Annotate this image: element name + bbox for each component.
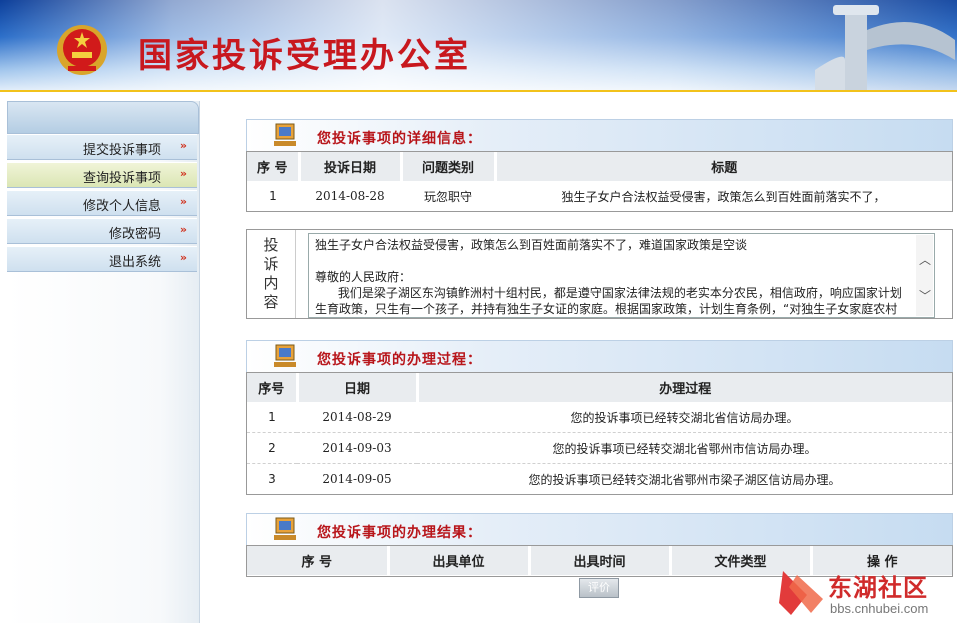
complaint-content-text: 独生子女户合法权益受侵害，政策怎么到百姓面前落实不了，难道国家政策是空谈 尊敬的…	[315, 238, 902, 316]
double-chevron-right-icon: »	[179, 251, 187, 264]
double-chevron-right-icon: »	[179, 139, 187, 152]
double-chevron-right-icon: »	[179, 167, 187, 180]
chevron-down-icon[interactable]: ﹀	[919, 287, 931, 304]
sidebar-item-edit-profile[interactable]: 修改个人信息 »	[7, 190, 197, 216]
sidebar: 提交投诉事项 » 查询投诉事项 » 修改个人信息 » 修改密码 » 退出系统 »	[7, 101, 200, 623]
process-date: 2014-09-05	[322, 472, 392, 486]
process-panel-header: 您投诉事项的办理过程：	[246, 340, 953, 372]
process-date: 2014-08-29	[297, 402, 417, 433]
computer-icon	[274, 344, 296, 367]
process-description: 您的投诉事项已经转交湖北省鄂州市梁子湖区信访局办理。	[528, 472, 841, 487]
column-header: 办理过程	[417, 373, 952, 402]
sidebar-header	[7, 101, 199, 134]
process-table: 序号 日期 办理过程 1 2014-08-29 您的投诉事项已经转交湖北省信访局…	[247, 373, 952, 494]
watermark-brand: 东湖社区	[828, 574, 928, 602]
evaluate-button[interactable]: 评价	[579, 578, 619, 598]
chevron-up-icon[interactable]: ︿	[919, 251, 931, 268]
column-header: 出具单位	[388, 546, 531, 575]
watermark-url: bbs.cnhubei.com	[830, 601, 929, 616]
sidebar-item-label: 退出系统	[108, 255, 161, 270]
column-header: 出具时间	[529, 546, 672, 575]
sidebar-item-label: 查询投诉事项	[82, 171, 161, 186]
double-chevron-right-icon: »	[179, 223, 187, 236]
process-table-box: 序号 日期 办理过程 1 2014-08-29 您的投诉事项已经转交湖北省信访局…	[246, 372, 953, 495]
column-header: 序 号	[247, 546, 390, 575]
banner-stripe-yellow	[0, 90, 957, 92]
sidebar-item-submit-complaint[interactable]: 提交投诉事项 »	[7, 134, 197, 160]
double-chevron-right-icon: »	[179, 195, 187, 208]
huabiao-pillar-icon	[815, 5, 955, 92]
table-row: 1 2014-08-28 玩忽职守 独生子女户合法权益受侵害，政策怎么到百姓面前…	[247, 181, 952, 211]
process-description: 您的投诉事项已经转交湖北省鄂州市信访局办理。	[417, 432, 952, 464]
column-header: 问题类别	[401, 152, 497, 181]
computer-icon	[274, 123, 296, 146]
sidebar-item-logout[interactable]: 退出系统 »	[7, 246, 197, 272]
complaint-category: 玩忽职守	[423, 189, 472, 204]
sidebar-item-change-password[interactable]: 修改密码 »	[7, 218, 197, 244]
row-number: 2	[247, 432, 297, 464]
table-header-row: 序 号 投诉日期 问题类别 标题	[247, 152, 952, 181]
table-row: 2 2014-09-03 您的投诉事项已经转交湖北省鄂州市信访局办理。	[247, 432, 952, 464]
sidebar-item-label: 提交投诉事项	[82, 143, 161, 158]
process-description: 您的投诉事项已经转交湖北省信访局办理。	[417, 402, 952, 433]
column-header: 标题	[495, 152, 952, 181]
column-header: 序 号	[247, 152, 301, 181]
column-header: 日期	[297, 373, 419, 402]
complaint-content-textarea[interactable]: 独生子女户合法权益受侵害，政策怎么到百姓面前落实不了，难道国家政策是空谈 尊敬的…	[308, 233, 935, 318]
details-table-box: 序 号 投诉日期 问题类别 标题 1 2014-08-28 玩忽职守 独生子女户…	[246, 151, 953, 212]
details-panel-header: 您投诉事项的详细信息：	[246, 119, 953, 151]
sidebar-item-label: 修改个人信息	[82, 199, 161, 214]
row-number: 1	[269, 189, 277, 203]
complaint-content-label: 投诉内容	[263, 236, 279, 311]
column-header: 投诉日期	[299, 152, 403, 181]
process-panel-title: 您投诉事项的办理过程：	[317, 352, 482, 368]
table-row: 1 2014-08-29 您的投诉事项已经转交湖北省信访局办理。	[247, 402, 952, 433]
result-panel-header: 您投诉事项的办理结果：	[246, 513, 953, 545]
details-table: 序 号 投诉日期 问题类别 标题 1 2014-08-28 玩忽职守 独生子女户…	[247, 152, 952, 211]
sidebar-item-query-complaint[interactable]: 查询投诉事项 »	[7, 162, 197, 188]
computer-icon	[274, 517, 296, 540]
header-banner: 国家投诉受理办公室	[0, 0, 957, 92]
complaint-content-label-cell: 投诉内容	[247, 230, 296, 318]
complaint-date: 2014-08-28	[315, 189, 385, 203]
national-emblem-icon	[57, 25, 107, 75]
result-panel-title: 您投诉事项的办理结果：	[317, 525, 482, 541]
details-panel-title: 您投诉事项的详细信息：	[317, 131, 482, 147]
row-number: 1	[247, 402, 297, 433]
site-title: 国家投诉受理办公室	[138, 36, 471, 76]
sidebar-item-label: 修改密码	[108, 227, 161, 242]
process-date: 2014-09-03	[297, 432, 417, 464]
content-scrollbar[interactable]: ︿ ﹀	[916, 235, 933, 316]
complaint-subject: 独生子女户合法权益受侵害，政策怎么到百姓面前落实不了，	[561, 189, 886, 204]
row-number: 3	[268, 472, 276, 486]
table-header-row: 序号 日期 办理过程	[247, 373, 952, 402]
complaint-content-box: 投诉内容 独生子女户合法权益受侵害，政策怎么到百姓面前落实不了，难道国家政策是空…	[246, 229, 953, 319]
column-header: 序号	[247, 373, 299, 402]
table-row: 3 2014-09-05 您的投诉事项已经转交湖北省鄂州市梁子湖区信访局办理。	[247, 464, 952, 495]
